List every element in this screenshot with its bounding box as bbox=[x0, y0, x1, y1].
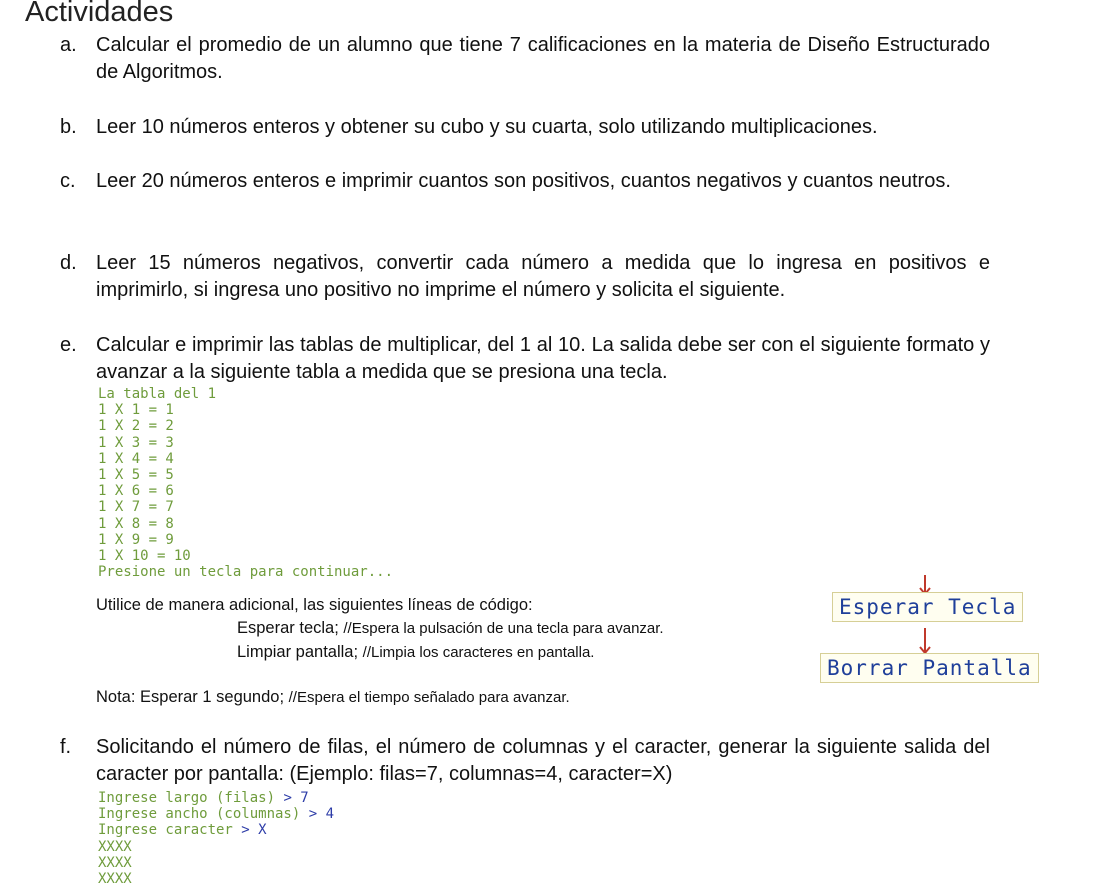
item-text: Solicitando el número de filas, el númer… bbox=[96, 736, 990, 785]
console-value: > 4 bbox=[308, 806, 335, 823]
console-output-grid: Ingrese largo (filas) > 7 Ingrese ancho … bbox=[98, 790, 334, 887]
item-b: b. Leer 10 números enteros y obtener su … bbox=[60, 114, 990, 141]
console-prompt-filas: Ingrese largo (filas) > 7 bbox=[98, 790, 309, 806]
item-letter: e. bbox=[60, 334, 77, 356]
item-f: f. Solicitando el número de filas, el nú… bbox=[60, 734, 990, 788]
item-c: c. Leer 20 números enteros e imprimir cu… bbox=[60, 168, 990, 195]
console-value: > X bbox=[241, 822, 267, 839]
console-line: 1 X 1 = 1 bbox=[98, 402, 174, 419]
console-value: > 7 bbox=[283, 790, 309, 806]
note-line-esperar: Esperar tecla; //Espera la pulsación de … bbox=[237, 619, 664, 638]
console-label: Ingrese caracter bbox=[98, 822, 233, 839]
note-esperar-segundo: Nota: Esperar 1 segundo; //Espera el tie… bbox=[96, 688, 570, 707]
item-letter: c. bbox=[60, 170, 76, 192]
note-code: Limpiar pantalla; bbox=[237, 643, 359, 661]
item-e: e. Calcular e imprimir las tablas de mul… bbox=[60, 332, 990, 386]
item-a: a. Calcular el promedio de un alumno que… bbox=[60, 32, 990, 86]
flow-box-esperar-tecla: Esperar Tecla bbox=[832, 592, 1024, 622]
item-text: Leer 20 números enteros e imprimir cuant… bbox=[96, 170, 951, 192]
console-line: 1 X 8 = 8 bbox=[98, 515, 174, 532]
arrow-down-icon bbox=[919, 628, 931, 655]
console-label: Ingrese ancho (columnas) bbox=[98, 806, 301, 823]
notes-intro: Utilice de manera adicional, las siguien… bbox=[96, 596, 533, 614]
console-output-tables: La tabla del 1 1 X 1 = 1 1 X 2 = 2 1 X 3… bbox=[98, 386, 393, 580]
console-prompt-caracter: Ingrese caracter > X bbox=[98, 822, 267, 838]
console-header: La tabla del 1 bbox=[98, 386, 217, 402]
console-prompt-columnas: Ingrese ancho (columnas) > 4 bbox=[98, 806, 334, 822]
console-line: 1 X 2 = 2 bbox=[98, 418, 174, 435]
note-comment: //Espera el tiempo señalado para avanzar… bbox=[288, 689, 570, 706]
console-label: Ingrese largo (filas) bbox=[98, 790, 276, 806]
item-letter: f. bbox=[60, 736, 72, 758]
item-text: Leer 15 números negativos, convertir cad… bbox=[96, 252, 990, 301]
note-line-limpiar: Limpiar pantalla; //Limpia los caractere… bbox=[237, 643, 594, 662]
item-text: Leer 10 números enteros y obtener su cub… bbox=[96, 116, 878, 138]
item-letter: d. bbox=[60, 252, 77, 274]
item-letter: b. bbox=[60, 116, 77, 138]
console-grid-row: XXXX bbox=[98, 854, 132, 871]
console-prompt: Presione un tecla para continuar... bbox=[98, 564, 394, 581]
note-comment: //Limpia los caracteres en pantalla. bbox=[362, 644, 595, 661]
console-line: 1 X 9 = 9 bbox=[98, 531, 174, 548]
flow-box-borrar-pantalla: Borrar Pantalla bbox=[820, 653, 1039, 683]
console-line: 1 X 7 = 7 bbox=[98, 499, 174, 516]
page-title: Actividades bbox=[25, 0, 174, 28]
item-text: Calcular el promedio de un alumno que ti… bbox=[96, 34, 990, 83]
item-text: Calcular e imprimir las tablas de multip… bbox=[96, 334, 990, 383]
console-grid-row: XXXX bbox=[98, 838, 132, 855]
console-line: 1 X 10 = 10 bbox=[98, 548, 191, 565]
console-line: 1 X 6 = 6 bbox=[98, 483, 174, 500]
note-code: Esperar tecla; bbox=[237, 619, 339, 637]
console-line: 1 X 3 = 3 bbox=[98, 434, 174, 451]
console-line: 1 X 5 = 5 bbox=[98, 467, 174, 484]
note-comment: //Espera la pulsación de una tecla para … bbox=[343, 620, 664, 637]
item-d: d. Leer 15 números negativos, convertir … bbox=[60, 250, 990, 304]
item-letter: a. bbox=[60, 34, 77, 56]
note-code: Nota: Esperar 1 segundo; bbox=[96, 688, 285, 706]
console-grid-row: XXXX bbox=[98, 871, 132, 887]
console-line: 1 X 4 = 4 bbox=[98, 450, 174, 467]
